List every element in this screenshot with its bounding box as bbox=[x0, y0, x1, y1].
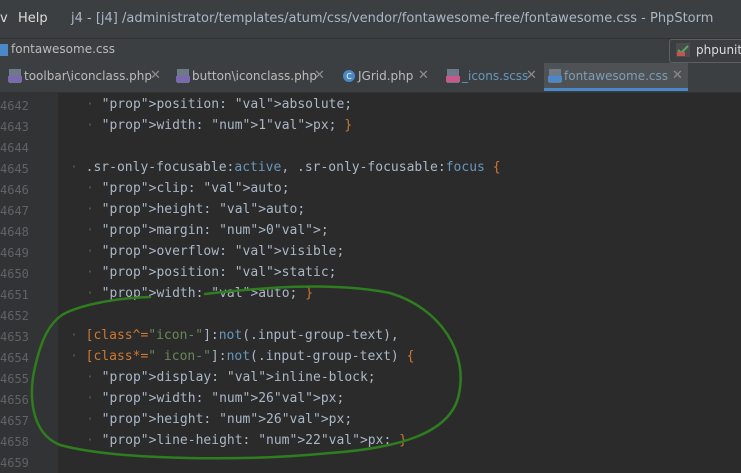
code-line[interactable]: · "prop">width: "num">1"val">px; } bbox=[86, 118, 352, 133]
line-number: 4647 bbox=[0, 204, 29, 218]
line-number: 4649 bbox=[0, 246, 29, 260]
menu-help[interactable]: Help bbox=[18, 11, 48, 26]
line-number: 4648 bbox=[0, 225, 29, 239]
window-title: j4 - [j4] /administrator/templates/atum/… bbox=[71, 11, 714, 26]
code-line[interactable]: · "prop">height: "val">auto; bbox=[86, 202, 305, 217]
line-number: 4653 bbox=[0, 330, 29, 344]
line-number: 4646 bbox=[0, 183, 29, 197]
navigation-bar: fontawesome.css phpunit. bbox=[0, 38, 741, 63]
css-file-icon bbox=[548, 69, 562, 83]
code-line[interactable]: · "prop">position: "val">static; bbox=[86, 265, 336, 280]
breadcrumb[interactable]: fontawesome.css bbox=[0, 42, 115, 57]
line-number: 4644 bbox=[0, 141, 29, 155]
code-line[interactable]: · "prop">overflow: "val">visible; bbox=[86, 244, 344, 259]
php-file-icon bbox=[8, 69, 22, 83]
tab-toolbar-iconclass[interactable]: toolbar\iconclass.php ✕ bbox=[4, 63, 164, 90]
close-icon[interactable]: ✕ bbox=[150, 68, 161, 83]
tab-icons-scss[interactable]: _icons.scss ✕ bbox=[442, 63, 538, 90]
code-line[interactable]: · "prop">line-height: "num">22"val">px; … bbox=[86, 433, 407, 448]
code-line[interactable]: · [class^="icon-"]:not(.input-group-text… bbox=[70, 328, 399, 343]
tab-label: toolbar\iconclass.php bbox=[24, 69, 152, 83]
code-line[interactable]: · "prop">width: "val">auto; } bbox=[86, 286, 313, 301]
close-icon[interactable]: ✕ bbox=[672, 68, 683, 83]
tab-label: JGrid.php bbox=[358, 69, 414, 83]
line-number: 4658 bbox=[0, 435, 29, 449]
tab-label: button\iconclass.php bbox=[192, 69, 317, 83]
line-number: 4643 bbox=[0, 120, 29, 134]
breadcrumb-file[interactable]: fontawesome.css bbox=[11, 42, 115, 56]
code-line[interactable]: · "prop">clip: "val">auto; bbox=[86, 181, 290, 196]
line-number: 4657 bbox=[0, 414, 29, 428]
code-line[interactable]: · .sr-only-focusable:active, .sr-only-fo… bbox=[70, 160, 501, 175]
close-icon[interactable]: ✕ bbox=[314, 68, 325, 83]
phpunit-icon bbox=[676, 43, 690, 57]
run-configuration-label: phpunit. bbox=[696, 43, 741, 57]
tab-jgrid[interactable]: C JGrid.php ✕ bbox=[338, 63, 434, 90]
svg-text:C: C bbox=[346, 72, 352, 81]
line-number: 4656 bbox=[0, 393, 29, 407]
code-line[interactable]: · "prop">display: "val">inline-block; bbox=[86, 370, 376, 385]
code-line[interactable]: · "prop">height: "num">26"val">px; bbox=[86, 412, 352, 427]
php-file-icon bbox=[176, 69, 190, 83]
tab-button-iconclass[interactable]: button\iconclass.php ✕ bbox=[172, 63, 332, 90]
line-number: 4650 bbox=[0, 267, 29, 281]
tab-fontawesome-css[interactable]: fontawesome.css ✕ bbox=[544, 63, 688, 91]
code-line[interactable]: · "prop">position: "val">absolute; bbox=[86, 97, 352, 112]
php-class-icon: C bbox=[343, 70, 355, 82]
code-editor[interactable]: 4642 4643 4644 4645 4646 4647 4648 4649 … bbox=[0, 93, 741, 473]
line-number: 4655 bbox=[0, 372, 29, 386]
title-bar: v Help j4 - [j4] /administrator/template… bbox=[0, 0, 741, 38]
menu-view-partial[interactable]: v bbox=[0, 11, 8, 26]
tab-label: _icons.scss bbox=[462, 69, 529, 83]
line-number: 4654 bbox=[0, 351, 29, 365]
editor-tab-bar: toolbar\iconclass.php ✕ button\iconclass… bbox=[0, 63, 741, 93]
tab-label: fontawesome.css bbox=[564, 69, 669, 83]
line-number: 4651 bbox=[0, 288, 29, 302]
close-icon[interactable]: ✕ bbox=[418, 68, 429, 83]
close-icon[interactable]: ✕ bbox=[526, 68, 537, 83]
code-line[interactable]: · [class*=" icon-"]:not(.input-group-tex… bbox=[70, 349, 414, 364]
run-configuration-selector[interactable]: phpunit. bbox=[669, 39, 741, 63]
code-line[interactable]: · "prop">margin: "num">0"val">; bbox=[86, 223, 329, 238]
line-number: 4652 bbox=[0, 309, 29, 323]
code-line[interactable]: · "prop">width: "num">26"val">px; bbox=[86, 391, 344, 406]
line-number: 4659 bbox=[0, 456, 29, 470]
css-file-icon bbox=[0, 43, 8, 56]
line-number: 4645 bbox=[0, 162, 29, 176]
line-number: 4642 bbox=[0, 99, 29, 113]
sass-file-icon bbox=[446, 69, 460, 83]
